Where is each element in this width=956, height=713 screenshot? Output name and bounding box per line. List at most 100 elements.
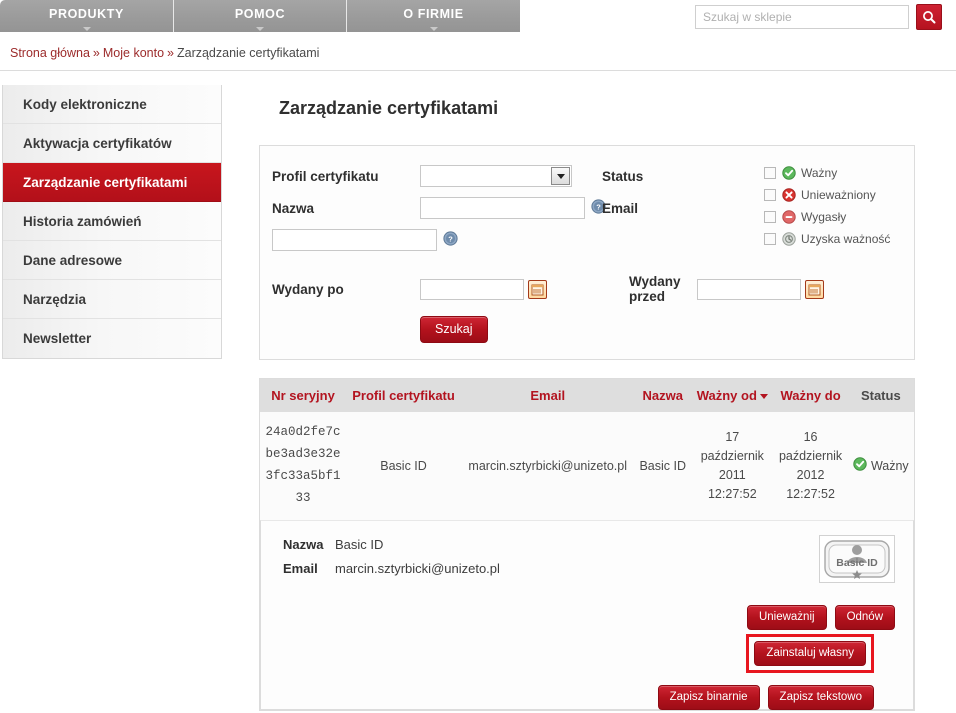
calendar-icon[interactable] xyxy=(805,279,824,299)
detail-email-value: marcin.sztyrbicki@unizeto.pl xyxy=(335,560,500,576)
certificate-badge: Basic ID xyxy=(819,534,895,583)
page-body: Kody elektroniczne Aktywacja certyfikató… xyxy=(0,66,956,713)
top-bar: PRODUKTY POMOC O FIRMIE xyxy=(0,0,956,36)
valid-to-stack: 16 październik 2012 12:27:52 xyxy=(778,428,844,503)
valid-from-time: 12:27:52 xyxy=(707,486,757,501)
cell-serial: 24a0d2fe7cbe3ad3e32e3fc33a5bf133 xyxy=(260,412,346,520)
breadcrumb-home[interactable]: Strona główna xyxy=(10,46,90,60)
nav-tab-pomoc[interactable]: POMOC xyxy=(174,0,347,32)
detail-email-label: Email xyxy=(283,560,318,576)
search-input[interactable] xyxy=(695,5,909,29)
checkbox-uzyska-waznosc[interactable] xyxy=(764,232,776,245)
calendar-icon[interactable] xyxy=(528,279,547,299)
status-filter-label: Ważny xyxy=(801,165,838,180)
checkbox-wazny[interactable] xyxy=(764,166,776,179)
profile-select[interactable] xyxy=(420,165,572,187)
column-header-label: Ważny od xyxy=(696,388,757,403)
pending-clock-icon xyxy=(782,231,796,246)
svg-text:Basic ID: Basic ID xyxy=(836,557,878,569)
sidebar: Kody elektroniczne Aktywacja certyfikató… xyxy=(2,85,222,359)
valid-to-year: 2012 xyxy=(796,467,825,482)
sort-descending-icon xyxy=(759,394,768,400)
column-header-wazny-do[interactable]: Ważny do xyxy=(773,379,848,412)
table-row[interactable]: 24a0d2fe7cbe3ad3e32e3fc33a5bf133 Basic I… xyxy=(260,412,914,520)
nav-tab-o-firmie[interactable]: O FIRMIE xyxy=(347,0,520,32)
valid-from-year: 2011 xyxy=(718,467,746,482)
status-filter-uzyska-waznosc[interactable]: Uzyska ważność xyxy=(764,230,894,247)
valid-to-day: 16 xyxy=(803,430,818,445)
valid-from-stack: 17 październik 2011 12:27:52 xyxy=(695,428,769,503)
sidebar-item-historia-zamowien[interactable]: Historia zamówień xyxy=(3,202,221,241)
email-label: Email xyxy=(602,200,639,216)
certificates-table-wrapper: Nr seryjny Profil certyfikatu Email Nazw… xyxy=(259,378,915,711)
nav-tab-label: O FIRMIE xyxy=(403,7,464,21)
checkbox-wygasly[interactable] xyxy=(764,210,776,223)
sidebar-item-narzedzia[interactable]: Narzędzia xyxy=(3,280,221,319)
checkbox-uniewazniony[interactable] xyxy=(764,188,776,201)
detail-row-name: Nazwa Basic ID xyxy=(283,537,895,552)
nav-tab-label: PRODUKTY xyxy=(49,7,124,21)
cell-email: marcin.sztyrbicki@unizeto.pl xyxy=(461,412,635,520)
issued-before-input[interactable] xyxy=(697,278,801,300)
status-filter-label: Unieważniony xyxy=(801,187,876,202)
cell-profile: Basic ID xyxy=(346,412,462,520)
revoke-button[interactable]: Unieważnij xyxy=(746,604,827,630)
column-header-nr-seryjny[interactable]: Nr seryjny xyxy=(260,379,346,412)
valid-from-day: 17 xyxy=(725,430,740,445)
help-icon[interactable]: ? xyxy=(443,231,458,249)
main-content: Zarządzanie certyfikatami Profil certyfi… xyxy=(222,66,956,713)
name-field-cell: ? xyxy=(420,197,606,219)
table-header-row: Nr seryjny Profil certyfikatu Email Nazw… xyxy=(260,379,914,412)
sidebar-item-aktywacja-certyfikatow[interactable]: Aktywacja certyfikatów xyxy=(3,124,221,163)
sidebar-item-kody-elektroniczne[interactable]: Kody elektroniczne xyxy=(3,85,221,124)
name-input[interactable] xyxy=(420,197,585,219)
save-binary-button[interactable]: Zapisz binarnie xyxy=(657,684,760,710)
issued-after-label: Wydany po xyxy=(272,281,344,297)
chevron-down-icon xyxy=(429,27,438,31)
status-filter-wygasly[interactable]: Wygasły xyxy=(764,208,894,225)
status-filter-wazny[interactable]: Ważny xyxy=(764,164,894,181)
email-field-cell: ? xyxy=(272,229,458,251)
status-badge-label: Ważny xyxy=(870,458,909,473)
email-input[interactable] xyxy=(272,229,437,251)
detail-row-email: Email marcin.sztyrbicki@unizeto.pl xyxy=(283,561,895,576)
issued-after-input[interactable] xyxy=(420,278,524,300)
certificate-action-buttons: Unieważnij Odnów Zainstaluj własny Zapis… xyxy=(243,604,895,710)
chevron-down-icon[interactable] xyxy=(551,167,570,185)
cell-valid-from: 17 październik 2011 12:27:52 xyxy=(691,412,774,520)
renew-button[interactable]: Odnów xyxy=(834,604,895,630)
breadcrumb-account[interactable]: Moje konto xyxy=(103,46,164,60)
status-filter-label: Uzyska ważność xyxy=(801,231,891,246)
search-button[interactable] xyxy=(916,4,942,30)
sidebar-item-newsletter[interactable]: Newsletter xyxy=(3,319,221,358)
profile-label: Profil certyfikatu xyxy=(272,168,379,184)
issued-before-label: Wydany przed xyxy=(629,274,681,304)
valid-check-icon xyxy=(782,165,796,180)
action-row-install: Zainstaluj własny xyxy=(746,633,895,673)
breadcrumb: Strona główna» Moje konto» Zarządzanie cer… xyxy=(0,36,956,66)
column-header-nazwa[interactable]: Nazwa xyxy=(634,379,692,412)
search-submit-button[interactable]: Szukaj xyxy=(420,316,488,343)
chevron-down-icon xyxy=(82,27,91,31)
install-own-button[interactable]: Zainstaluj własny xyxy=(754,640,866,666)
detail-name-value: Basic ID xyxy=(335,536,384,552)
action-row-save: Zapisz binarnie Zapisz tekstowo xyxy=(657,684,874,710)
valid-from-month: październik xyxy=(700,449,764,463)
expired-minus-icon xyxy=(782,209,796,224)
chevron-down-icon xyxy=(256,27,264,31)
nav-tab-produkty[interactable]: PRODUKTY xyxy=(0,0,174,32)
table-body: 24a0d2fe7cbe3ad3e32e3fc33a5bf133 Basic I… xyxy=(260,412,914,520)
revoked-x-icon xyxy=(782,187,796,202)
status-filter-uniewazniony[interactable]: Unieważniony xyxy=(764,186,894,203)
certificate-search-panel: Profil certyfikatu Status Ważny Unieważn… xyxy=(259,145,915,360)
install-highlight-box: Zainstaluj własny xyxy=(746,633,874,673)
sidebar-item-dane-adresowe[interactable]: Dane adresowe xyxy=(3,241,221,280)
column-header-email[interactable]: Email xyxy=(461,379,635,412)
column-header-wazny-od[interactable]: Ważny od xyxy=(691,379,774,412)
sidebar-item-zarzadzanie-certyfikatami[interactable]: Zarządzanie certyfikatami xyxy=(3,163,221,202)
profile-field-cell xyxy=(420,165,602,187)
column-header-profil-certyfikatu[interactable]: Profil certyfikatu xyxy=(346,379,462,412)
save-text-button[interactable]: Zapisz tekstowo xyxy=(767,684,874,710)
status-filter-label: Wygasły xyxy=(801,209,847,224)
search-icon xyxy=(923,11,936,24)
